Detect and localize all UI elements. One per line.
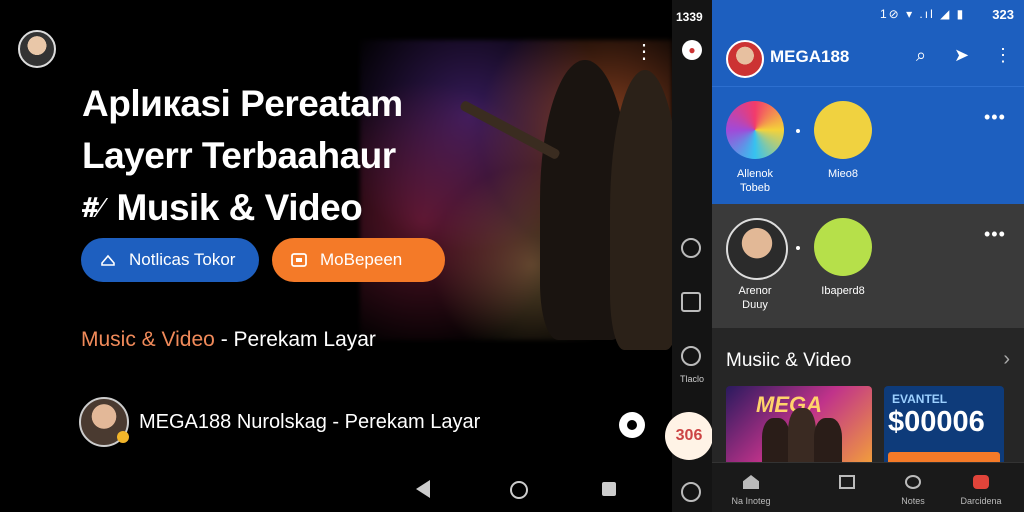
story-avatar-4[interactable] <box>814 218 872 276</box>
card-amount: $00006 <box>888 406 985 438</box>
channel-row[interactable]: MEGA188 Nurolskag - Perekam Layar <box>79 397 480 447</box>
nav-tab-profile-label: Darcidena <box>960 496 1002 506</box>
subtitle-rest: - Perekam Layar <box>214 328 376 351</box>
status-bar: 1⊘ ▾ .ıl ◢ ▮ 323 <box>712 0 1024 28</box>
card-person-1 <box>762 418 790 466</box>
profile-icon <box>973 475 989 489</box>
more-horiz-icon[interactable]: ••• <box>984 224 1006 245</box>
status-icons: 1⊘ ▾ .ıl ◢ ▮ <box>880 7 966 21</box>
notification-icon[interactable]: ● <box>682 40 702 60</box>
nav-tab-notes-label: Notes <box>901 496 925 506</box>
mobepeen-button[interactable]: MoBepeen <box>272 238 445 282</box>
stories-section-2: Arenor Duuy Ibaperd8 ••• <box>712 204 1024 328</box>
settings-gear-icon[interactable] <box>619 412 645 438</box>
phone-screen: 1⊘ ▾ .ıl ◢ ▮ 323 MEGA188 ⌕ ➤ ⋮ Allenok T… <box>712 0 1024 512</box>
nav-tab-profile[interactable]: Darcidena <box>942 463 1020 512</box>
frame-icon <box>291 253 307 267</box>
more-vert-icon[interactable]: ⋮ <box>994 45 1012 66</box>
more-horiz-icon[interactable]: ••• <box>984 107 1006 128</box>
nav-recents-icon[interactable] <box>602 482 616 496</box>
music-video-section: Musiic & Video › MEGA EVANTEL $00006 <box>712 328 1024 466</box>
channel-name: MEGA188 Nurolskag - Perekam Layar <box>139 410 481 433</box>
nav-tab-notes[interactable]: Notes <box>874 463 952 512</box>
rail-fab-button[interactable]: 306 <box>665 412 713 460</box>
card-person-2 <box>788 408 816 466</box>
mic-icon[interactable] <box>681 238 701 258</box>
separator-dot <box>796 129 800 133</box>
nav-tab-home-label: Na Inoteg <box>731 496 771 506</box>
mobepeen-label: MoBepeen <box>320 250 403 269</box>
story-avatar-2[interactable] <box>814 101 872 159</box>
story-label-2: Mieo8 <box>828 168 858 180</box>
profile-avatar[interactable] <box>18 30 56 68</box>
library-icon <box>839 475 855 489</box>
card-kicker: EVANTEL <box>892 392 948 406</box>
nav-tab-home[interactable]: Na Inoteg <box>712 463 790 512</box>
notlicas-tokor-label: Notlicas Tokor <box>129 250 236 269</box>
more-vert-icon[interactable]: ⋮ <box>634 40 654 64</box>
stories-section-1: Allenok Tobeb Mieo8 ••• <box>712 86 1024 205</box>
story-label-3: Arenor Duuy <box>738 285 772 311</box>
nav-home-icon[interactable] <box>510 481 528 499</box>
headline-line-2: Layerr Terbaahaur <box>82 135 396 176</box>
story-avatar-3[interactable] <box>726 218 788 280</box>
avatar-icon[interactable] <box>681 482 701 502</box>
notes-icon <box>905 475 921 489</box>
nav-back-icon[interactable] <box>416 480 430 498</box>
verified-badge-icon <box>117 431 129 443</box>
hero-performer <box>610 70 672 350</box>
main-screen: Aplикasi Pereatam Layerr Terbaahaur #⁄ M… <box>0 0 672 512</box>
app-bar: MEGA188 ⌕ ➤ ⋮ <box>712 28 1024 86</box>
story-label-1: Allenok Tobeb <box>736 168 774 194</box>
hero-subtitle: Music & Video - Perekam Layar <box>81 328 376 352</box>
bottom-nav: Na Inoteg Notes Darcidena <box>712 462 1024 512</box>
headline-line-3: Musik & Video <box>116 187 363 228</box>
home-icon <box>743 475 759 489</box>
search-icon[interactable]: ⌕ <box>916 45 926 66</box>
story-label-4: Ibaperd8 <box>821 285 865 297</box>
notlicas-tokor-button[interactable]: Notlicas Tokor <box>81 238 259 282</box>
chat-icon[interactable] <box>681 346 701 366</box>
app-title: MEGA188 <box>770 47 850 66</box>
hashtag-icon: #⁄ <box>82 191 103 224</box>
subtitle-accent: Music & Video <box>81 328 215 351</box>
app-avatar[interactable] <box>726 40 764 78</box>
bookmark-icon[interactable] <box>681 292 701 312</box>
chevron-right-icon[interactable]: › <box>1003 348 1010 371</box>
card-person-3 <box>814 418 842 466</box>
status-time: 323 <box>992 7 1014 22</box>
channel-avatar <box>79 397 129 447</box>
hero-headline: Aplикasi Pereatam Layerr Terbaahaur #⁄ M… <box>82 78 403 234</box>
promo-card-mega[interactable]: MEGA <box>726 386 872 466</box>
promo-card-amount[interactable]: EVANTEL $00006 <box>884 386 1004 466</box>
send-icon[interactable]: ➤ <box>954 45 969 66</box>
story-avatar-1[interactable] <box>726 101 784 159</box>
separator-dot <box>796 246 800 250</box>
rail-label: Tlaclo <box>679 374 704 384</box>
headline-line-1: Aplикasi Pereatam <box>82 83 403 124</box>
section-title: Musiic & Video <box>726 350 852 371</box>
home-outline-icon <box>101 254 115 266</box>
rail-time: 1339 <box>676 10 703 24</box>
